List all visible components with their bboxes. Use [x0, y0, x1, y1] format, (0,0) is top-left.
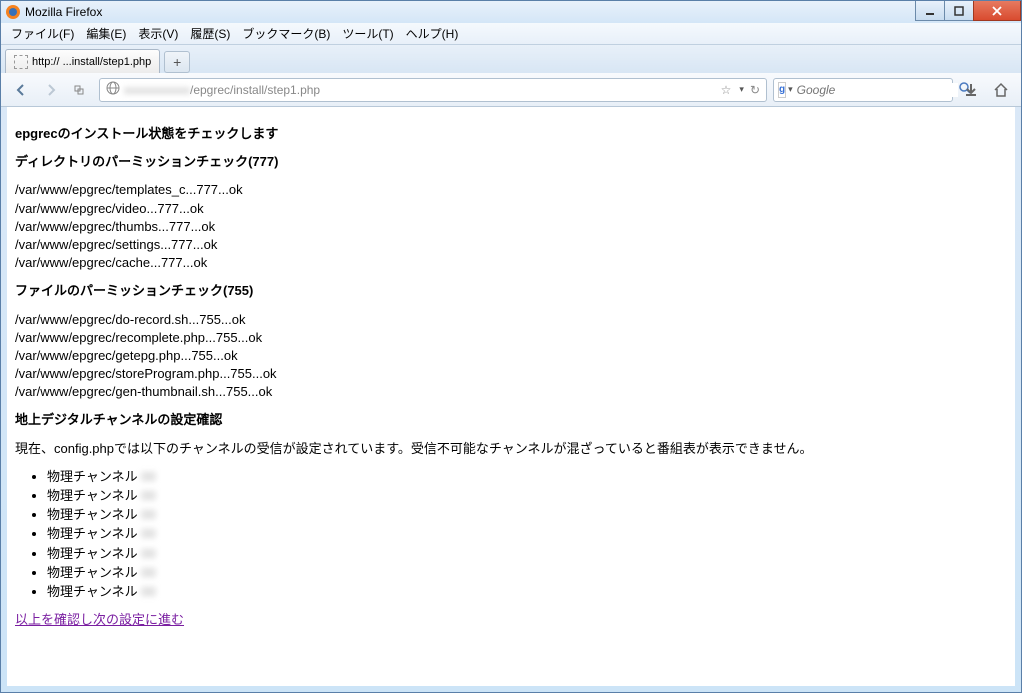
minimize-button[interactable]: [915, 1, 945, 21]
globe-icon: [106, 81, 120, 98]
perm-line: /var/www/epgrec/getepg.php...755...ok: [15, 347, 1007, 365]
channel-item: 物理チャンネル 00: [47, 583, 1007, 601]
menubar: ファイル(F) 編集(E) 表示(V) 履歴(S) ブックマーク(B) ツール(…: [1, 23, 1021, 45]
browser-tab[interactable]: http:// ...install/step1.php: [5, 49, 160, 73]
url-host-blurred: xxxxxxxxxxx: [124, 83, 190, 97]
forward-button[interactable]: [39, 78, 63, 102]
next-step-link[interactable]: 以上を確認し次の設定に進む: [15, 612, 184, 627]
section-file-permissions: ファイルのパーミッションチェック(755) /var/www/epgrec/do…: [15, 282, 1007, 401]
channel-list: 物理チャンネル 00 物理チャンネル 00 物理チャンネル 00 物理チャンネル…: [47, 468, 1007, 601]
menu-history[interactable]: 履歴(S): [184, 23, 236, 44]
menu-bookmarks[interactable]: ブックマーク(B): [236, 23, 336, 44]
search-bar[interactable]: g ▾: [773, 78, 953, 102]
home-button[interactable]: [989, 78, 1013, 102]
channel-item: 物理チャンネル 00: [47, 487, 1007, 505]
menu-edit[interactable]: 編集(E): [80, 23, 132, 44]
channel-item: 物理チャンネル 00: [47, 545, 1007, 563]
new-tab-button[interactable]: +: [164, 51, 190, 73]
google-icon: g: [778, 82, 786, 98]
browser-window: Mozilla Firefox ファイル(F) 編集(E) 表示(V) 履歴(S…: [0, 0, 1022, 693]
search-input[interactable]: [793, 83, 958, 97]
menu-view[interactable]: 表示(V): [132, 23, 184, 44]
firefox-icon: [5, 4, 21, 20]
tabbar: http:// ...install/step1.php +: [1, 45, 1021, 73]
downloads-button[interactable]: [959, 78, 983, 102]
menu-file[interactable]: ファイル(F): [5, 23, 80, 44]
tabgroup-button[interactable]: [69, 78, 93, 102]
dropdown-icon[interactable]: ▾: [739, 84, 744, 95]
perm-line: /var/www/epgrec/settings...777...ok: [15, 236, 1007, 254]
url-end-controls: ☆ ▾ ↻: [721, 83, 760, 97]
page-title: epgrecのインストール状態をチェックします: [15, 125, 1007, 143]
channel-item: 物理チャンネル 00: [47, 525, 1007, 543]
section-heading: 地上デジタルチャンネルの設定確認: [15, 411, 1007, 429]
perm-line: /var/www/epgrec/cache...777...ok: [15, 254, 1007, 272]
titlebar: Mozilla Firefox: [1, 1, 1021, 23]
section-channels: 地上デジタルチャンネルの設定確認 現在、config.phpでは以下のチャンネル…: [15, 411, 1007, 601]
perm-line: /var/www/epgrec/do-record.sh...755...ok: [15, 311, 1007, 329]
perm-line: /var/www/epgrec/templates_c...777...ok: [15, 181, 1007, 199]
channel-item: 物理チャンネル 00: [47, 506, 1007, 524]
section-dir-permissions: ディレクトリのパーミッションチェック(777) /var/www/epgrec/…: [15, 153, 1007, 272]
window-controls: [916, 1, 1021, 21]
section-heading: ファイルのパーミッションチェック(755): [15, 282, 1007, 300]
page-icon: [14, 55, 28, 69]
navbar: xxxxxxxxxxx ☆ ▾ ↻ g ▾: [1, 73, 1021, 107]
page-content: epgrecのインストール状態をチェックします ディレクトリのパーミッションチェ…: [7, 107, 1015, 686]
menu-tools[interactable]: ツール(T): [336, 23, 399, 44]
section-heading: ディレクトリのパーミッションチェック(777): [15, 153, 1007, 171]
url-bar[interactable]: xxxxxxxxxxx ☆ ▾ ↻: [99, 78, 767, 102]
menu-help[interactable]: ヘルプ(H): [400, 23, 465, 44]
url-input[interactable]: [190, 83, 721, 97]
channel-desc: 現在、config.phpでは以下のチャンネルの受信が設定されています。受信不可…: [15, 440, 1007, 458]
close-button[interactable]: [973, 1, 1021, 21]
tab-label: http:// ...install/step1.php: [32, 56, 151, 68]
bookmark-star-icon[interactable]: ☆: [721, 83, 732, 97]
back-button[interactable]: [9, 78, 33, 102]
window-title: Mozilla Firefox: [25, 5, 102, 19]
channel-item: 物理チャンネル 00: [47, 468, 1007, 486]
perm-line: /var/www/epgrec/storeProgram.php...755..…: [15, 365, 1007, 383]
perm-line: /var/www/epgrec/recomplete.php...755...o…: [15, 329, 1007, 347]
maximize-button[interactable]: [944, 1, 974, 21]
perm-line: /var/www/epgrec/gen-thumbnail.sh...755..…: [15, 383, 1007, 401]
perm-line: /var/www/epgrec/thumbs...777...ok: [15, 218, 1007, 236]
perm-line: /var/www/epgrec/video...777...ok: [15, 200, 1007, 218]
channel-item: 物理チャンネル 00: [47, 564, 1007, 582]
reload-icon[interactable]: ↻: [750, 83, 760, 97]
